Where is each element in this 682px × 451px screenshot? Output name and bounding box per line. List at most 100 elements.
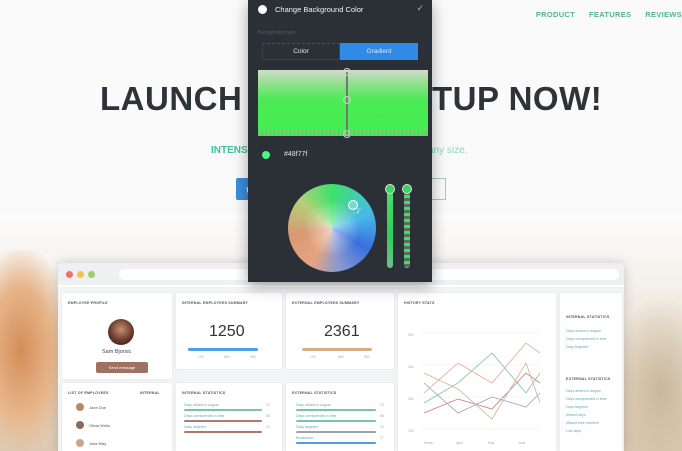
stat-label: Days targeted — [296, 425, 318, 429]
avatar — [76, 421, 84, 429]
x-tick-label: May — [488, 441, 495, 445]
close-dot-icon — [66, 270, 73, 278]
stat-label: Breakdown — [296, 436, 314, 440]
list-item-name: Olivia Wells — [89, 422, 110, 428]
employee-list-card: LIST OF EMPLOYEES INTERNAL Jane Doe Oliv… — [62, 383, 172, 451]
brightness-slider-thumb[interactable] — [385, 184, 395, 194]
avatar — [76, 439, 84, 447]
card-title: EMPLOYEE PROFILE — [68, 301, 108, 305]
history-line-chart — [422, 332, 541, 430]
nav-item-product[interactable]: PRODUCT — [536, 10, 575, 19]
stat-label: Days targeted — [566, 345, 588, 349]
opacity-slider[interactable] — [402, 184, 412, 268]
list-item-name: Jane Doe — [89, 404, 107, 410]
stat-value: 58 — [380, 414, 384, 418]
send-message-button[interactable]: Send message — [96, 362, 148, 373]
card-title: INTERNAL EMPLOYEES SUMMARY — [182, 301, 249, 305]
stat-label: Missed days — [566, 413, 586, 417]
minimize-dot-icon — [77, 270, 84, 278]
top-nav: PRODUCT FEATURES REVIEWS — [522, 10, 682, 19]
stat-label: Days overspended in time — [566, 337, 607, 341]
internal-summary-bar — [188, 348, 258, 351]
card-title: EXTERNAL STATISTICS — [566, 377, 611, 381]
list-filter-select[interactable]: INTERNAL — [140, 391, 160, 395]
stat-bar — [296, 431, 376, 433]
legend-label: 500 — [364, 355, 370, 359]
brightness-slider[interactable] — [385, 184, 395, 268]
x-tick-label: March — [424, 441, 434, 445]
stat-bar — [296, 442, 376, 444]
stat-label: Days absent in august — [184, 403, 219, 407]
external-summary-value: 2361 — [324, 323, 360, 340]
maximize-dot-icon — [88, 270, 95, 278]
legend-label: 100 — [310, 355, 316, 359]
stat-value: 10 — [266, 425, 270, 429]
color-wheel[interactable] — [288, 184, 376, 272]
background-color-picker-panel: Change Background Color ✓ Background typ… — [248, 0, 432, 282]
hero-title-right: TUP NOW! — [432, 80, 603, 117]
stat-value: 58 — [266, 414, 270, 418]
stat-label: Days absent in august — [566, 329, 601, 333]
legend-label: 100 — [198, 355, 204, 359]
list-item[interactable]: Olivia Wells — [76, 421, 110, 429]
y-tick-label: 300 — [408, 397, 414, 401]
stat-value: 23 — [380, 403, 384, 407]
stat-label: Days absent in august — [296, 403, 331, 407]
hand-cursor-icon: ☞ — [352, 204, 363, 218]
stat-label: Days targeted — [184, 425, 206, 429]
side-statistics-card: INTERNAL STATISTICS Days absent in augus… — [560, 293, 622, 451]
legend-label: 800 — [338, 355, 344, 359]
stat-label: Days overspended in time — [296, 414, 337, 418]
x-tick-label: June — [518, 441, 526, 445]
picker-header: Change Background Color ✓ — [248, 0, 432, 20]
stat-value: 17 — [380, 436, 384, 440]
legend-label: 500 — [250, 355, 256, 359]
stat-bar — [184, 431, 262, 433]
stat-bar — [184, 420, 262, 422]
list-item-name: Julia Way — [89, 440, 107, 446]
tab-color[interactable]: Color — [262, 43, 340, 60]
gradient-preview[interactable] — [258, 68, 428, 138]
external-summary-bar — [302, 348, 372, 351]
external-summary-card: EXTERNAL EMPLOYEES SUMMARY 2361 100 800 … — [286, 293, 394, 369]
internal-stats-card: INTERNAL STATISTICS Days absent in augus… — [176, 383, 282, 451]
stat-bar — [184, 409, 262, 411]
stat-value: 10 — [380, 425, 384, 429]
stat-value: 23 — [266, 403, 270, 407]
card-title: EXTERNAL EMPLOYEES SUMMARY — [292, 301, 360, 305]
stat-label: Lost days — [566, 429, 581, 433]
tab-gradient[interactable]: Gradient — [340, 43, 418, 60]
y-tick-label: 400 — [408, 365, 414, 369]
stat-bar — [296, 420, 376, 422]
opacity-slider-thumb[interactable] — [402, 184, 412, 194]
external-stats-card: EXTERNAL STATISTICS Days absent in augus… — [286, 383, 394, 451]
y-tick-label: 200 — [408, 429, 414, 433]
background-type-caption: Background type — [258, 30, 296, 36]
gradient-stop-handle-middle[interactable] — [343, 96, 351, 104]
nav-item-features[interactable]: FEATURES — [589, 10, 631, 19]
avatar — [108, 319, 134, 345]
current-color-indicator-icon — [258, 5, 267, 14]
card-title: INTERNAL STATISTICS — [182, 391, 226, 395]
nav-item-reviews[interactable]: REVIEWS — [645, 10, 682, 19]
history-stats-card: HISTORY STATS 500 400 300 200 March Apri… — [398, 293, 556, 451]
stat-label: Days overspended in time — [184, 414, 225, 418]
stat-bar — [296, 409, 376, 411]
stat-label: Days targeted — [566, 405, 588, 409]
hex-value-field[interactable]: #48f77f — [284, 151, 307, 158]
internal-summary-card: INTERNAL EMPLOYEES SUMMARY 1250 100 800 … — [176, 293, 282, 369]
card-title: EXTERNAL STATISTICS — [292, 391, 337, 395]
dashboard-browser-window: EMPLOYEE PROFILE Sam Bjorsic Send messag… — [58, 263, 624, 451]
check-icon[interactable]: ✓ — [416, 3, 424, 14]
series-line — [423, 382, 541, 414]
card-title: INTERNAL STATISTICS — [566, 315, 610, 319]
y-tick-label: 500 — [408, 333, 414, 337]
series-line — [423, 362, 541, 420]
card-title: HISTORY STATS — [404, 301, 435, 305]
gradient-stop-handle-top[interactable] — [343, 68, 351, 76]
picker-title: Change Background Color — [275, 5, 364, 14]
hero-subtitle-right: any size. — [428, 145, 468, 156]
list-item[interactable]: Jane Doe — [76, 403, 106, 411]
list-item[interactable]: Julia Way — [76, 439, 106, 447]
internal-summary-value: 1250 — [209, 323, 245, 340]
